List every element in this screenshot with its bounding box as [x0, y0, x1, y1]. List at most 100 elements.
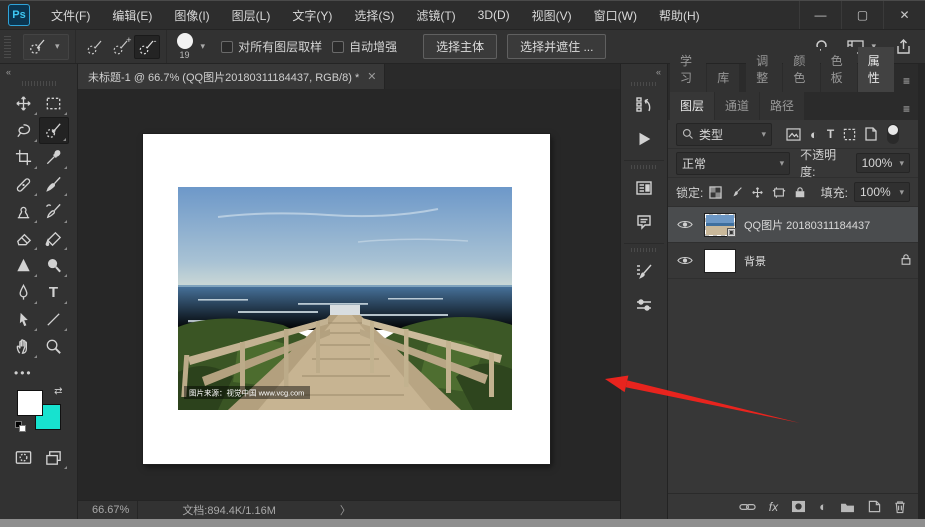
layer-filter-dropdown[interactable]: 类型 ▾ — [676, 122, 772, 146]
type-tool[interactable]: T — [39, 279, 69, 306]
menu-file[interactable]: 文件(F) — [40, 1, 101, 29]
menu-filter[interactable]: 滤镜(T) — [405, 1, 466, 29]
adjustment-layer-button[interactable]: ◐ — [819, 499, 827, 514]
spot-healing-brush-tool[interactable] — [9, 171, 39, 198]
tab-channels[interactable]: 通道 — [715, 92, 760, 120]
history-panel-icon[interactable] — [627, 90, 661, 120]
foreground-color-swatch[interactable] — [16, 390, 43, 416]
notes-panel-icon[interactable] — [627, 207, 661, 237]
brush-settings-panel-icon[interactable] — [627, 256, 661, 286]
hand-tool[interactable] — [9, 333, 39, 360]
brush-tool[interactable] — [39, 171, 69, 198]
sample-all-layers-checkbox[interactable] — [221, 40, 234, 53]
crop-tool[interactable] — [9, 144, 39, 171]
tab-close-icon[interactable]: ✕ — [367, 70, 376, 83]
info-panel-icon[interactable] — [627, 173, 661, 203]
document-tab[interactable]: 未标题-1 @ 66.7% (QQ图片20180311184437, RGB/8… — [78, 64, 386, 89]
select-and-mask-button[interactable]: 选择并遮住 ... — [507, 34, 607, 59]
blend-mode-dropdown[interactable]: 正常 ▾ — [676, 151, 791, 175]
pen-tool[interactable] — [9, 279, 39, 306]
edit-toolbar-icon[interactable]: ••• — [0, 366, 33, 380]
status-expand-icon[interactable]: 〉 — [340, 502, 351, 518]
close-button[interactable]: ✕ — [883, 1, 925, 29]
fill-dropdown[interactable]: 100% ▾ — [854, 182, 910, 202]
expand-dock-icon[interactable]: « — [650, 64, 667, 78]
visibility-toggle[interactable] — [674, 219, 696, 230]
layer-mask-button[interactable] — [791, 500, 806, 513]
path-selection-tool[interactable] — [9, 306, 39, 333]
move-tool[interactable] — [9, 90, 39, 117]
share-icon[interactable] — [896, 38, 911, 55]
new-group-button[interactable] — [840, 501, 855, 513]
filter-adjustment-layers-icon[interactable]: ◐ — [810, 127, 818, 142]
tab-swatches[interactable]: 色板 — [820, 47, 857, 92]
menu-layer[interactable]: 图层(L) — [221, 1, 282, 29]
layer-row-background[interactable]: 背景 — [668, 243, 918, 279]
lock-transparency-icon[interactable] — [709, 185, 723, 199]
menu-window[interactable]: 窗口(W) — [583, 1, 648, 29]
history-brush-tool[interactable] — [39, 198, 69, 225]
tab-layers[interactable]: 图层 — [670, 92, 715, 120]
tab-libraries[interactable]: 库 — [707, 64, 740, 92]
menu-edit[interactable]: 编辑(E) — [101, 1, 163, 29]
eraser-tool[interactable] — [9, 225, 39, 252]
link-icon[interactable] — [739, 502, 756, 512]
lock-position-icon[interactable] — [751, 186, 764, 199]
quick-mask-mode-button[interactable] — [9, 444, 39, 471]
zoom-level-field[interactable]: 66.67% — [84, 501, 139, 519]
layer-thumbnail[interactable]: ▣ — [704, 212, 736, 237]
screen-mode-button[interactable] — [39, 444, 69, 471]
canvas-area[interactable]: 图片来源：视觉中国 www.vcg.com — [78, 89, 620, 500]
gradient-tool[interactable] — [39, 225, 69, 252]
collapse-tools-icon[interactable]: « — [0, 64, 17, 80]
tool-preset-picker[interactable]: ▾ — [23, 33, 69, 60]
maximize-button[interactable]: ▢ — [841, 1, 883, 29]
line-tool[interactable] — [39, 306, 69, 333]
layer-style-button[interactable]: fx — [769, 500, 778, 514]
layer-filter-toggle[interactable] — [887, 124, 900, 144]
add-to-selection-button[interactable]: + — [108, 35, 134, 59]
brush-size-picker[interactable]: 19 — [176, 33, 193, 60]
auto-enhance-checkbox[interactable] — [332, 40, 345, 53]
zoom-tool[interactable] — [39, 333, 69, 360]
actions-panel-icon[interactable] — [627, 124, 661, 154]
panel-menu-icon[interactable]: ≡ — [895, 102, 918, 120]
menu-help[interactable]: 帮助(H) — [648, 1, 711, 29]
visibility-toggle[interactable] — [674, 255, 696, 266]
minimize-button[interactable]: — — [799, 1, 841, 29]
default-colors-icon[interactable] — [14, 421, 26, 432]
menu-select[interactable]: 选择(S) — [343, 1, 405, 29]
subtract-from-selection-button[interactable]: - — [133, 34, 160, 59]
photoshop-logo-icon[interactable]: Ps — [8, 4, 30, 26]
delete-layer-button[interactable] — [894, 500, 906, 514]
opacity-dropdown[interactable]: 100% ▾ — [855, 153, 910, 173]
brushes-panel-icon[interactable] — [627, 290, 661, 320]
blur-tool[interactable] — [9, 252, 39, 279]
panel-menu-icon[interactable]: ≡ — [895, 74, 918, 92]
new-layer-button[interactable] — [868, 500, 881, 513]
dodge-tool[interactable] — [39, 252, 69, 279]
eyedropper-tool[interactable] — [39, 144, 69, 171]
filter-smart-objects-icon[interactable] — [865, 127, 877, 141]
lock-pixels-icon[interactable] — [730, 186, 743, 199]
menu-image[interactable]: 图像(I) — [163, 1, 220, 29]
menu-view[interactable]: 视图(V) — [521, 1, 583, 29]
tab-learn[interactable]: 学习 — [670, 47, 707, 92]
tab-paths[interactable]: 路径 — [760, 92, 805, 120]
menu-3d[interactable]: 3D(D) — [467, 1, 521, 29]
tab-adjustments[interactable]: 调整 — [746, 47, 783, 92]
swap-colors-icon[interactable]: ⇄ — [54, 386, 62, 397]
clone-stamp-tool[interactable] — [9, 198, 39, 225]
lock-all-icon[interactable] — [794, 186, 806, 199]
layer-thumbnail[interactable] — [704, 248, 736, 273]
lasso-tool[interactable] — [9, 117, 39, 144]
filter-shape-layers-icon[interactable] — [843, 128, 856, 141]
select-subject-button[interactable]: 选择主体 — [423, 34, 498, 59]
filter-pixel-layers-icon[interactable] — [786, 127, 801, 141]
layer-row-image[interactable]: ▣ QQ图片 20180311184437 — [668, 207, 918, 243]
filter-type-layers-icon[interactable]: T — [827, 127, 834, 141]
lock-artboard-icon[interactable] — [772, 186, 786, 199]
rectangular-marquee-tool[interactable] — [39, 90, 69, 117]
menu-type[interactable]: 文字(Y) — [281, 1, 343, 29]
quick-selection-tool[interactable] — [38, 117, 69, 144]
